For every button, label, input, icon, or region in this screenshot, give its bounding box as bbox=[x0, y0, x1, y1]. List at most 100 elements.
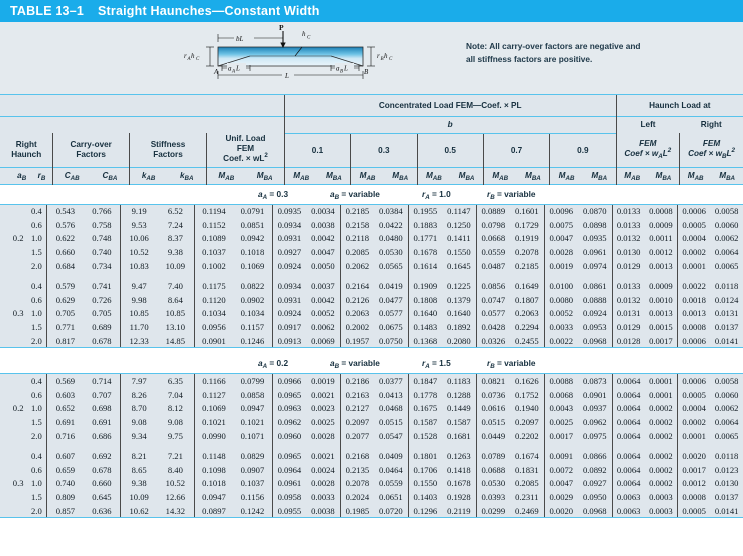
cell-kAB: 9.47 bbox=[120, 279, 157, 294]
cell-conc-MBA: 0.0974 bbox=[582, 260, 607, 271]
cell-conc-MBA: 0.0052 bbox=[311, 308, 335, 319]
data-block-1: 0.4 0.543 0.766 9.19 6.52 0.1194 0.0791 0.0935 0… bbox=[0, 203, 743, 349]
table-row: 0.4 0.607 0.692 8.21 7.21 0.1148 0.0829 0.0965 0… bbox=[0, 449, 743, 463]
cell-CAB: 0.579 bbox=[46, 279, 84, 294]
cell-unif-MAB: 0.1127 bbox=[193, 388, 234, 402]
cell-rB: 1.0 bbox=[31, 308, 42, 319]
cell-haunch-right-MBA: 0.0058 bbox=[710, 203, 743, 219]
cell-conc-MAB: 0.0020 bbox=[543, 503, 579, 519]
cell-haunch-right-MBA: 0.0060 bbox=[714, 219, 739, 230]
cell-aB bbox=[10, 218, 26, 232]
cell-conc-MAB: 0.2078 bbox=[339, 476, 375, 491]
cell-CAB: 0.817 bbox=[46, 333, 84, 349]
header-b-0-7: 0.7 bbox=[482, 132, 550, 167]
cell-conc-MAB: 0.1909 bbox=[407, 279, 443, 294]
cell-haunch-right-MAB: 0.0017 bbox=[677, 463, 711, 477]
cell-kBA: 9.75 bbox=[167, 430, 183, 441]
cell-conc-MBA: 0.2294 bbox=[514, 322, 539, 333]
cell-conc-MBA: 0.1288 bbox=[447, 389, 471, 400]
cell-CBA: 0.741 bbox=[92, 281, 112, 292]
cell-haunch-right-MBA: 0.0062 bbox=[714, 403, 739, 414]
cell-rB: 1.0 bbox=[31, 403, 42, 414]
cell-conc-MBA: 0.0898 bbox=[582, 219, 607, 230]
note-line-1: Note: All carry-over factors are negativ… bbox=[466, 41, 641, 51]
cell-conc-MAB: 0.2135 bbox=[339, 463, 375, 477]
cond-2-aA: aA = 0.2 bbox=[258, 358, 289, 371]
cell-haunch-right-MBA: 0.0065 bbox=[714, 260, 739, 271]
cell-aB bbox=[9, 373, 27, 389]
cell-unif-MBA: 0.0791 bbox=[233, 203, 273, 219]
cell-haunch-left-MAB: 0.0064 bbox=[611, 463, 645, 477]
cell-conc-MBA: 0.0953 bbox=[582, 322, 607, 333]
cell-conc-MAB: 0.0747 bbox=[475, 293, 511, 307]
cell-spacer bbox=[0, 477, 10, 491]
cell-conc-MAB: 0.1883 bbox=[407, 218, 443, 232]
cell-haunch-right-MAB: 0.0001 bbox=[677, 428, 711, 443]
cell-conc-MBA: 0.0866 bbox=[582, 451, 607, 462]
table-title-bar: TABLE 13–1 Straight Haunches—Constant Wi… bbox=[0, 0, 743, 22]
cell-conc-MAB: 0.1528 bbox=[407, 428, 443, 443]
header-carryover: Carry-over Factors bbox=[52, 133, 130, 167]
cell-kAB: 8.65 bbox=[120, 463, 157, 477]
header-right-haunch: Right Haunch bbox=[11, 139, 42, 159]
table-row: 1.5 0.660 0.740 10.52 9.38 0.1037 0.1018 0.0927… bbox=[0, 245, 743, 259]
cell-kAB: 9.34 bbox=[120, 428, 157, 443]
cell-CBA: 0.758 bbox=[92, 219, 112, 230]
symbol-MAB-b3: MAB bbox=[416, 167, 451, 184]
group-gap bbox=[0, 442, 743, 450]
cell-conc-MBA: 0.0019 bbox=[306, 373, 341, 389]
cell-kBA: 9.08 bbox=[167, 417, 183, 428]
cell-haunch-left-MAB: 0.0063 bbox=[611, 503, 645, 519]
conditions-block-2: aA = 0.2 aB = variable rA = 1.5 rB = var… bbox=[0, 354, 743, 374]
cell-rB: 0.4 bbox=[31, 281, 42, 292]
cell-conc-MAB: 0.0326 bbox=[475, 333, 511, 349]
cell-conc-MAB: 0.0029 bbox=[543, 490, 579, 504]
cell-conc-MBA: 0.0927 bbox=[582, 478, 607, 489]
cell-kBA: 9.38 bbox=[167, 247, 183, 258]
cell-conc-MAB: 0.0917 bbox=[271, 320, 307, 334]
cell-conc-MBA: 0.0034 bbox=[306, 203, 341, 219]
cell-haunch-left-MAB: 0.0064 bbox=[611, 401, 645, 416]
cell-conc-MBA: 0.1649 bbox=[514, 281, 539, 292]
figure-band: P h C bL L a A L a B L r A h C r B h C A… bbox=[0, 22, 743, 95]
cell-conc-MAB: 0.1706 bbox=[407, 463, 443, 477]
cell-conc-MAB: 0.0047 bbox=[543, 231, 579, 246]
cell-haunch-left-MBA: 0.0003 bbox=[649, 491, 673, 502]
note-line-2: all stiffness factors are positive. bbox=[466, 54, 593, 64]
cell-conc-MBA: 0.0975 bbox=[582, 430, 607, 441]
cell-haunch-right-MBA: 0.0123 bbox=[714, 464, 739, 475]
cell-haunch-left-MAB: 0.0063 bbox=[611, 490, 645, 504]
cell-haunch-right-MAB: 0.0008 bbox=[677, 490, 711, 504]
cell-conc-MAB: 0.0913 bbox=[271, 333, 307, 349]
svg-text:B: B bbox=[364, 68, 369, 76]
cell-rB: 1.5 bbox=[31, 322, 42, 333]
cell-conc-MAB: 0.0487 bbox=[475, 258, 511, 273]
header-b-0-9: 0.9 bbox=[549, 132, 617, 167]
cell-haunch-left-MAB: 0.0133 bbox=[611, 218, 645, 232]
cell-spacer bbox=[0, 373, 10, 389]
cell-conc-MBA: 0.1892 bbox=[447, 322, 471, 333]
cell-kBA: 14.32 bbox=[156, 503, 195, 519]
cell-conc-MBA: 0.0873 bbox=[578, 373, 613, 389]
cell-haunch-left-MBA: 0.0008 bbox=[644, 203, 678, 219]
symbol-kBA: kBA bbox=[179, 171, 194, 182]
table-header: Concentrated Load FEM—Coef. × PL Haunch … bbox=[0, 95, 743, 185]
cell-unif-MBA: 0.0829 bbox=[240, 451, 265, 462]
cell-conc-MAB: 0.0299 bbox=[475, 503, 511, 519]
cell-aB bbox=[10, 415, 26, 429]
cell-unif-MAB: 0.1175 bbox=[193, 279, 234, 294]
cell-kBA: 8.12 bbox=[167, 403, 183, 414]
cell-spacer bbox=[0, 218, 10, 232]
cond-2-rB: rB = variable bbox=[487, 358, 536, 371]
cell-conc-MBA: 0.0870 bbox=[578, 203, 613, 219]
cell-conc-MBA: 0.0577 bbox=[379, 308, 403, 319]
cell-kBA: 7.24 bbox=[167, 219, 183, 230]
symbol-MAB-hr: MAB bbox=[679, 167, 712, 184]
cell-conc-MBA: 0.1263 bbox=[447, 451, 471, 462]
cell-spacer bbox=[0, 279, 10, 293]
header-concentrated-load: Concentrated Load FEM—Coef. × PL bbox=[283, 95, 617, 116]
cell-haunch-right-MBA: 0.0131 bbox=[714, 308, 739, 319]
cell-haunch-right-MAB: 0.0005 bbox=[677, 218, 711, 232]
cell-conc-MAB: 0.0091 bbox=[543, 449, 579, 463]
cell-kAB: 9.98 bbox=[120, 293, 157, 307]
